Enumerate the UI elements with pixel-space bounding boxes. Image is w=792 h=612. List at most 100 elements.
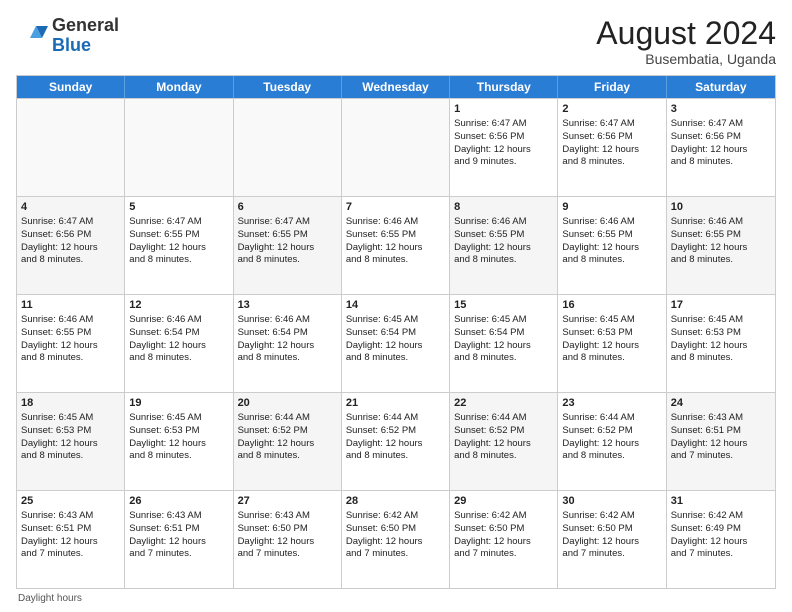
weekday-header: Monday	[125, 76, 233, 98]
day-number: 9	[562, 200, 661, 215]
day-number: 5	[129, 200, 228, 215]
day-info: Sunrise: 6:46 AM Sunset: 6:54 PM Dayligh…	[238, 314, 337, 365]
calendar-cell: 27Sunrise: 6:43 AM Sunset: 6:50 PM Dayli…	[234, 491, 342, 588]
calendar-header: SundayMondayTuesdayWednesdayThursdayFrid…	[17, 76, 775, 98]
day-number: 20	[238, 396, 337, 411]
calendar-cell	[342, 99, 450, 196]
day-info: Sunrise: 6:47 AM Sunset: 6:56 PM Dayligh…	[21, 216, 120, 267]
calendar-row: 25Sunrise: 6:43 AM Sunset: 6:51 PM Dayli…	[17, 490, 775, 588]
day-info: Sunrise: 6:42 AM Sunset: 6:50 PM Dayligh…	[346, 510, 445, 561]
calendar-cell: 31Sunrise: 6:42 AM Sunset: 6:49 PM Dayli…	[667, 491, 775, 588]
calendar-cell: 26Sunrise: 6:43 AM Sunset: 6:51 PM Dayli…	[125, 491, 233, 588]
day-number: 22	[454, 396, 553, 411]
day-number: 12	[129, 298, 228, 313]
day-info: Sunrise: 6:45 AM Sunset: 6:54 PM Dayligh…	[346, 314, 445, 365]
day-info: Sunrise: 6:47 AM Sunset: 6:55 PM Dayligh…	[129, 216, 228, 267]
day-info: Sunrise: 6:43 AM Sunset: 6:50 PM Dayligh…	[238, 510, 337, 561]
day-number: 11	[21, 298, 120, 313]
day-info: Sunrise: 6:46 AM Sunset: 6:55 PM Dayligh…	[562, 216, 661, 267]
day-info: Sunrise: 6:44 AM Sunset: 6:52 PM Dayligh…	[346, 412, 445, 463]
calendar-cell: 2Sunrise: 6:47 AM Sunset: 6:56 PM Daylig…	[558, 99, 666, 196]
calendar-row: 18Sunrise: 6:45 AM Sunset: 6:53 PM Dayli…	[17, 392, 775, 490]
day-info: Sunrise: 6:45 AM Sunset: 6:53 PM Dayligh…	[671, 314, 771, 365]
weekday-header: Wednesday	[342, 76, 450, 98]
day-number: 15	[454, 298, 553, 313]
calendar-cell	[17, 99, 125, 196]
day-info: Sunrise: 6:46 AM Sunset: 6:55 PM Dayligh…	[671, 216, 771, 267]
day-number: 26	[129, 494, 228, 509]
calendar-cell	[234, 99, 342, 196]
header: General Blue August 2024 Busembatia, Uga…	[16, 16, 776, 67]
calendar-row: 4Sunrise: 6:47 AM Sunset: 6:56 PM Daylig…	[17, 196, 775, 294]
day-info: Sunrise: 6:44 AM Sunset: 6:52 PM Dayligh…	[562, 412, 661, 463]
day-number: 13	[238, 298, 337, 313]
day-number: 23	[562, 396, 661, 411]
calendar-cell: 23Sunrise: 6:44 AM Sunset: 6:52 PM Dayli…	[558, 393, 666, 490]
calendar-cell: 24Sunrise: 6:43 AM Sunset: 6:51 PM Dayli…	[667, 393, 775, 490]
calendar-cell: 17Sunrise: 6:45 AM Sunset: 6:53 PM Dayli…	[667, 295, 775, 392]
calendar-cell: 21Sunrise: 6:44 AM Sunset: 6:52 PM Dayli…	[342, 393, 450, 490]
day-number: 10	[671, 200, 771, 215]
day-number: 18	[21, 396, 120, 411]
day-number: 7	[346, 200, 445, 215]
day-number: 27	[238, 494, 337, 509]
calendar-cell: 6Sunrise: 6:47 AM Sunset: 6:55 PM Daylig…	[234, 197, 342, 294]
calendar-cell: 20Sunrise: 6:44 AM Sunset: 6:52 PM Dayli…	[234, 393, 342, 490]
day-info: Sunrise: 6:43 AM Sunset: 6:51 PM Dayligh…	[671, 412, 771, 463]
calendar-row: 1Sunrise: 6:47 AM Sunset: 6:56 PM Daylig…	[17, 98, 775, 196]
day-number: 6	[238, 200, 337, 215]
day-info: Sunrise: 6:42 AM Sunset: 6:50 PM Dayligh…	[454, 510, 553, 561]
calendar-cell: 10Sunrise: 6:46 AM Sunset: 6:55 PM Dayli…	[667, 197, 775, 294]
weekday-header: Sunday	[17, 76, 125, 98]
calendar-cell: 18Sunrise: 6:45 AM Sunset: 6:53 PM Dayli…	[17, 393, 125, 490]
weekday-header: Friday	[558, 76, 666, 98]
day-info: Sunrise: 6:42 AM Sunset: 6:50 PM Dayligh…	[562, 510, 661, 561]
day-info: Sunrise: 6:45 AM Sunset: 6:53 PM Dayligh…	[21, 412, 120, 463]
calendar-cell: 16Sunrise: 6:45 AM Sunset: 6:53 PM Dayli…	[558, 295, 666, 392]
calendar-cell: 7Sunrise: 6:46 AM Sunset: 6:55 PM Daylig…	[342, 197, 450, 294]
location: Busembatia, Uganda	[596, 51, 776, 67]
day-info: Sunrise: 6:47 AM Sunset: 6:55 PM Dayligh…	[238, 216, 337, 267]
calendar: SundayMondayTuesdayWednesdayThursdayFrid…	[16, 75, 776, 589]
calendar-cell: 28Sunrise: 6:42 AM Sunset: 6:50 PM Dayli…	[342, 491, 450, 588]
day-number: 29	[454, 494, 553, 509]
calendar-cell: 5Sunrise: 6:47 AM Sunset: 6:55 PM Daylig…	[125, 197, 233, 294]
day-number: 30	[562, 494, 661, 509]
month-year: August 2024	[596, 16, 776, 51]
day-info: Sunrise: 6:44 AM Sunset: 6:52 PM Dayligh…	[454, 412, 553, 463]
weekday-header: Thursday	[450, 76, 558, 98]
calendar-cell: 30Sunrise: 6:42 AM Sunset: 6:50 PM Dayli…	[558, 491, 666, 588]
day-info: Sunrise: 6:43 AM Sunset: 6:51 PM Dayligh…	[21, 510, 120, 561]
day-number: 28	[346, 494, 445, 509]
calendar-cell: 29Sunrise: 6:42 AM Sunset: 6:50 PM Dayli…	[450, 491, 558, 588]
calendar-cell: 9Sunrise: 6:46 AM Sunset: 6:55 PM Daylig…	[558, 197, 666, 294]
day-number: 31	[671, 494, 771, 509]
logo-blue-text: Blue	[52, 35, 91, 55]
footer-text: Daylight hours	[18, 593, 82, 604]
calendar-body: 1 Sunrise: 6:47 AM Sunset: 6:56 PM Daylig…	[17, 98, 775, 588]
day-number: 16	[562, 298, 661, 313]
day-info: Sunrise: 6:44 AM Sunset: 6:52 PM Dayligh…	[238, 412, 337, 463]
day-info: Sunrise: 6:46 AM Sunset: 6:55 PM Dayligh…	[21, 314, 120, 365]
calendar-cell: 11Sunrise: 6:46 AM Sunset: 6:55 PM Dayli…	[17, 295, 125, 392]
logo: General Blue	[16, 16, 119, 56]
day-info: Sunrise: 6:45 AM Sunset: 6:53 PM Dayligh…	[562, 314, 661, 365]
calendar-cell: 12Sunrise: 6:46 AM Sunset: 6:54 PM Dayli…	[125, 295, 233, 392]
day-info: Sunrise: 6:42 AM Sunset: 6:49 PM Dayligh…	[671, 510, 771, 561]
logo-icon	[16, 20, 48, 52]
calendar-cell: 19Sunrise: 6:45 AM Sunset: 6:53 PM Dayli…	[125, 393, 233, 490]
calendar-cell: 22Sunrise: 6:44 AM Sunset: 6:52 PM Dayli…	[450, 393, 558, 490]
day-number: 1	[454, 102, 553, 117]
weekday-header: Saturday	[667, 76, 775, 98]
day-number: 8	[454, 200, 553, 215]
day-number: 4	[21, 200, 120, 215]
calendar-cell: 15Sunrise: 6:45 AM Sunset: 6:54 PM Dayli…	[450, 295, 558, 392]
logo-general-text: General	[52, 15, 119, 35]
day-info: Sunrise: 6:46 AM Sunset: 6:55 PM Dayligh…	[346, 216, 445, 267]
logo-text: General Blue	[52, 16, 119, 56]
calendar-cell: 1Sunrise: 6:47 AM Sunset: 6:56 PM Daylig…	[450, 99, 558, 196]
day-number: 3	[671, 102, 771, 117]
day-info: Sunrise: 6:45 AM Sunset: 6:54 PM Dayligh…	[454, 314, 553, 365]
calendar-cell	[125, 99, 233, 196]
title-block: August 2024 Busembatia, Uganda	[596, 16, 776, 67]
